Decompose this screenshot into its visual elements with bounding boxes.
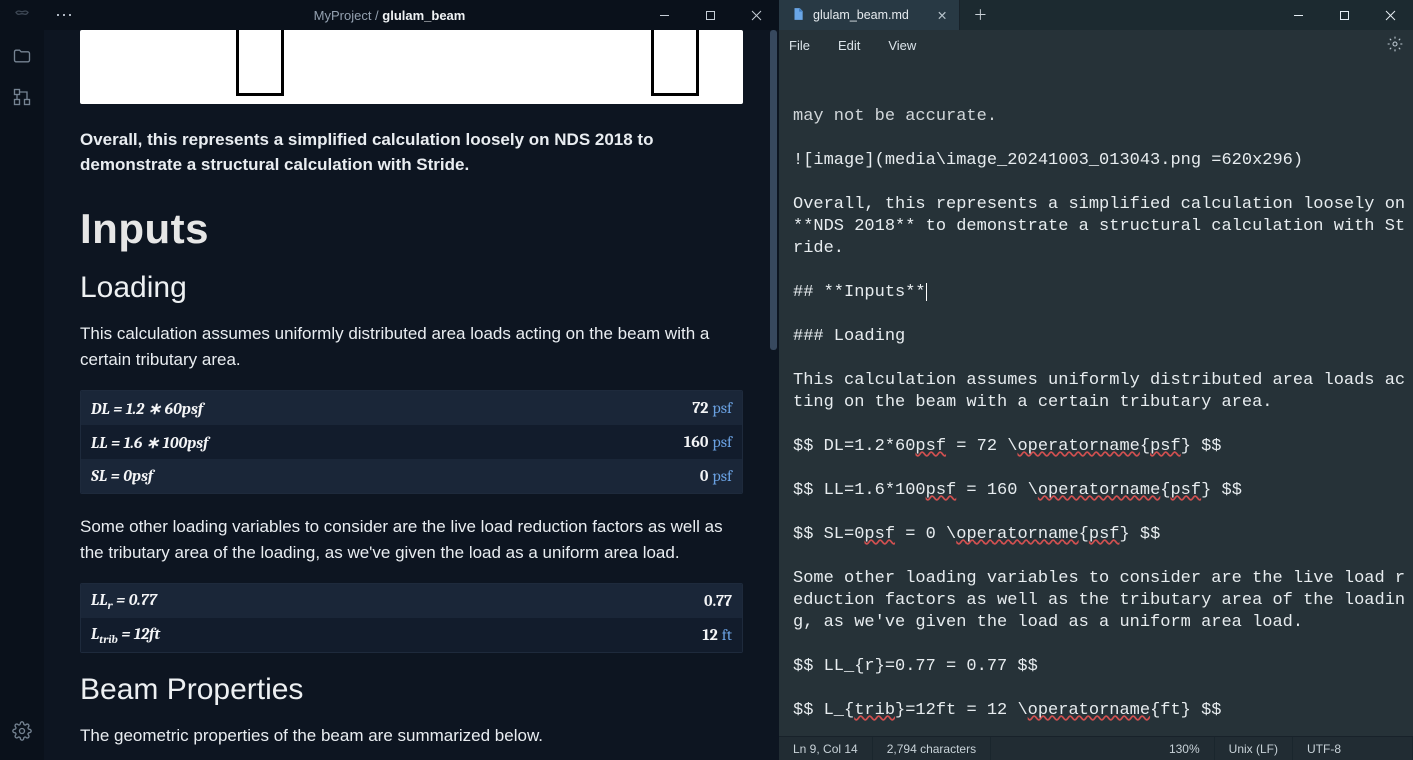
preview-window: ⋯ MyProject / glulam_beam Overall, this … [0,0,779,760]
loading-heading: Loading [80,271,743,305]
folder-icon[interactable] [12,46,32,71]
editor-settings-icon[interactable] [1387,36,1403,55]
preview-content[interactable]: Overall, this represents a simplified ca… [44,30,779,760]
editor-window: glulam_beam.md ✕ ＋ File Edit View may no… [779,0,1413,760]
maximize-button[interactable] [687,0,733,30]
editor-line[interactable]: $$ SL=0psf = 0 \operatorname{psf} $$ [793,524,1413,546]
table-row: Ltrib = 12ft12ft [81,618,742,652]
editor-line[interactable]: Overall, this represents a simplified ca… [793,194,1413,260]
intro-paragraph: Overall, this represents a simplified ca… [80,128,743,177]
editor-line[interactable] [793,260,1413,282]
editor-titlebar: glulam_beam.md ✕ ＋ [779,0,1413,30]
editor-line[interactable] [793,414,1413,436]
breadcrumb-file: glulam_beam [382,8,465,23]
minimize-button[interactable] [641,0,687,30]
editor-close-button[interactable] [1367,0,1413,30]
status-position[interactable]: Ln 9, Col 14 [779,737,873,760]
close-button[interactable] [733,0,779,30]
status-eol[interactable]: Unix (LF) [1215,737,1293,760]
beam-properties-heading: Beam Properties [80,673,743,707]
new-tab-button[interactable]: ＋ [960,5,1000,25]
menu-file[interactable]: File [789,38,810,53]
table-row: SL = 0psf0psf [81,459,742,493]
settings-icon[interactable] [12,721,32,746]
editor-line[interactable] [793,546,1413,568]
editor-line[interactable]: $$ LL=1.6*100psf = 160 \operatorname{psf… [793,480,1413,502]
status-zoom[interactable]: 130% [1155,737,1215,760]
editor-line[interactable] [793,502,1413,524]
editor-statusbar: Ln 9, Col 14 2,794 characters 130% Unix … [779,736,1413,760]
editor-maximize-button[interactable] [1321,0,1367,30]
document-icon [791,7,805,24]
editor-line[interactable] [793,304,1413,326]
preview-titlebar: ⋯ MyProject / glulam_beam [0,0,779,30]
factors-table: LLr = 0.770.77Ltrib = 12ft12ft [80,583,743,653]
preview-scrollbar[interactable] [770,30,777,760]
editor-line[interactable]: ## **Inputs** [793,282,1413,304]
tab-label: glulam_beam.md [813,8,909,22]
editor-line[interactable] [793,458,1413,480]
editor-line[interactable]: ### Loading [793,326,1413,348]
editor-minimize-button[interactable] [1275,0,1321,30]
app-logo-icon [0,7,44,23]
editor-line[interactable]: Some other loading variables to consider… [793,568,1413,634]
menu-edit[interactable]: Edit [838,38,860,53]
loading-description: This calculation assumes uniformly distr… [80,321,743,372]
editor-line[interactable] [793,172,1413,194]
status-charcount[interactable]: 2,794 characters [873,737,991,760]
editor-line[interactable]: $$ L_{trib}=12ft = 12 \operatorname{ft} … [793,700,1413,722]
editor-line[interactable]: may not be accurate. [793,106,1413,128]
tab-close-icon[interactable]: ✕ [937,8,947,23]
loads-table: DL = 1.2 ∗ 60psf72psfLL = 1.6 ∗ 100psf16… [80,390,743,494]
editor-tab[interactable]: glulam_beam.md ✕ [779,0,960,30]
editor-line[interactable] [793,722,1413,736]
editor-line[interactable] [793,348,1413,370]
table-row: DL = 1.2 ∗ 60psf72psf [81,391,742,425]
beam-image [80,30,743,104]
editor-line[interactable] [793,678,1413,700]
table-row: LL = 1.6 ∗ 100psf160psf [81,425,742,459]
editor-line[interactable]: ![image](media\image_20241003_013043.png… [793,150,1413,172]
editor-line[interactable]: $$ LL_{r}=0.77 = 0.77 $$ [793,656,1413,678]
tree-icon[interactable] [12,87,32,112]
editor-line[interactable]: $$ DL=1.2*60psf = 72 \operatorname{psf} … [793,436,1413,458]
menu-dots-icon[interactable]: ⋯ [44,10,84,20]
status-encoding[interactable]: UTF-8 [1293,737,1413,760]
table-row: LLr = 0.770.77 [81,584,742,618]
editor-menubar: File Edit View [779,30,1413,60]
editor-line[interactable] [793,634,1413,656]
menu-view[interactable]: View [888,38,916,53]
editor-line[interactable]: This calculation assumes uniformly distr… [793,370,1413,414]
left-rail [0,30,44,760]
breadcrumb-project: MyProject / [314,8,383,23]
inputs-heading: Inputs [80,205,743,253]
editor-textarea[interactable]: may not be accurate. ![image](media\imag… [779,60,1413,736]
editor-line[interactable] [793,128,1413,150]
loading-description-2: Some other loading variables to consider… [80,514,743,565]
beam-properties-description: The geometric properties of the beam are… [80,723,743,749]
